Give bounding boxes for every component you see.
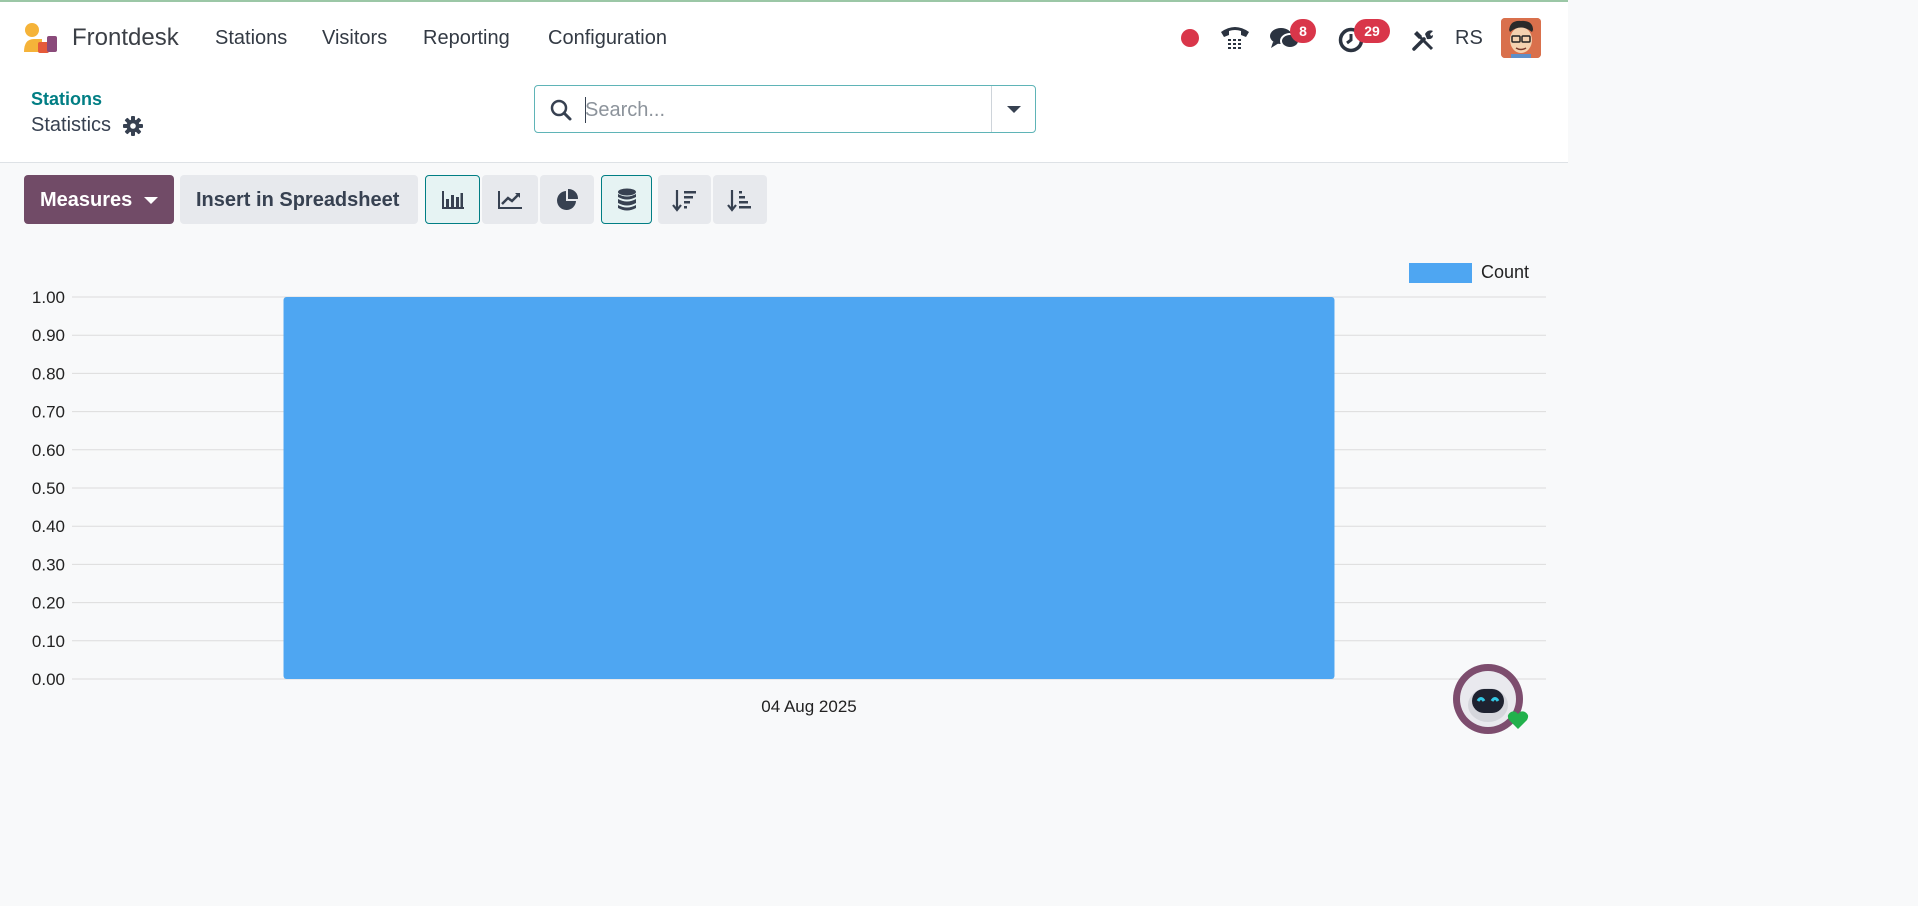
- measures-label: Measures: [40, 189, 133, 211]
- phone-icon[interactable]: [1220, 24, 1250, 52]
- caret-down-icon: [1007, 106, 1021, 113]
- legend-swatch: [1409, 263, 1472, 283]
- insert-in-spreadsheet-button[interactable]: Insert in Spreadsheet: [180, 175, 418, 224]
- text-cursor: [585, 97, 586, 123]
- avatar-face-icon: [1501, 18, 1541, 58]
- bar-chart: 0.00 0.10 0.20 0.30 0.40 0.50 0.60 0.70 0.80 0.90…: [32, 262, 1546, 716]
- line-chart-view-button[interactable]: [482, 175, 538, 224]
- search-icon[interactable]: [549, 98, 573, 122]
- y-tick-label: 0.00: [32, 670, 65, 689]
- y-tick-label: 1.00: [32, 288, 65, 307]
- measures-button[interactable]: Measures: [24, 175, 174, 224]
- caret-down-icon: [144, 197, 158, 204]
- app-name[interactable]: Frontdesk: [72, 24, 179, 52]
- gear-icon[interactable]: [123, 116, 143, 136]
- bar-chart-icon: [441, 190, 464, 209]
- search-options-toggle[interactable]: [991, 86, 1036, 132]
- insert-in-spreadsheet-label: Insert in Spreadsheet: [196, 189, 400, 211]
- y-tick-label: 0.40: [32, 517, 65, 536]
- messages-count-badge: 8: [1290, 19, 1316, 43]
- pie-chart-icon: [557, 188, 579, 210]
- stacked-database-icon: [617, 188, 636, 210]
- y-tick-label: 0.20: [32, 594, 65, 613]
- line-chart-icon: [498, 190, 522, 209]
- menu-configuration[interactable]: Configuration: [548, 27, 667, 50]
- activities-count-badge: 29: [1354, 19, 1390, 43]
- menu-reporting[interactable]: Reporting: [423, 27, 510, 50]
- search-bar: [534, 85, 1036, 133]
- main-navbar: Frontdesk Stations Visitors Reporting Co…: [0, 2, 1568, 74]
- user-avatar[interactable]: [1501, 18, 1541, 58]
- ai-assistant-button[interactable]: [1453, 664, 1529, 734]
- y-tick-label: 0.50: [32, 479, 65, 498]
- menu-visitors[interactable]: Visitors: [322, 27, 387, 50]
- bar-chart-view-button[interactable]: [425, 175, 480, 224]
- stacked-toggle-button[interactable]: [601, 175, 652, 224]
- pie-chart-view-button[interactable]: [540, 175, 594, 224]
- page-title: Statistics: [31, 114, 112, 136]
- y-tick-label: 0.80: [32, 364, 65, 383]
- sort-ascending-button[interactable]: [713, 175, 767, 224]
- record-status-icon[interactable]: [1180, 28, 1200, 48]
- x-tick-label: 04 Aug 2025: [761, 697, 856, 716]
- breadcrumb-parent[interactable]: Stations: [31, 89, 102, 110]
- sort-descending-button[interactable]: [658, 175, 711, 224]
- sort-ascending-icon: [727, 189, 751, 212]
- frontdesk-app-icon[interactable]: [22, 22, 58, 54]
- user-initials[interactable]: RS: [1455, 27, 1483, 50]
- menu-stations[interactable]: Stations: [215, 27, 287, 50]
- y-tick-label: 0.10: [32, 632, 65, 651]
- y-tick-label: 0.90: [32, 326, 65, 345]
- debug-tools-icon[interactable]: [1411, 28, 1435, 52]
- control-panel: Stations Statistics: [0, 74, 1568, 163]
- sort-descending-icon: [671, 189, 696, 212]
- legend-label: Count: [1481, 262, 1529, 282]
- y-tick-label: 0.70: [32, 403, 65, 422]
- y-tick-label: 0.30: [32, 555, 65, 574]
- bar: [283, 297, 1335, 679]
- heart-icon: [1507, 711, 1529, 729]
- search-input[interactable]: [583, 94, 987, 126]
- graph-view: 0.00 0.10 0.20 0.30 0.40 0.50 0.60 0.70 0.80 0.90…: [0, 240, 1568, 741]
- y-tick-label: 0.60: [32, 441, 65, 460]
